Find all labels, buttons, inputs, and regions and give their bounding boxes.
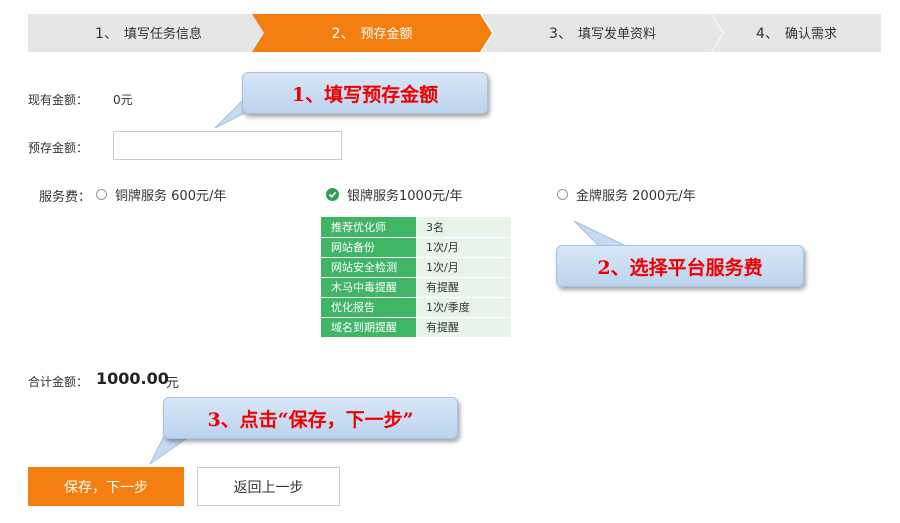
callout-2: 2、选择平台服务费 <box>556 245 804 287</box>
current-amount-label: 现有金额： <box>28 93 89 107</box>
radio-icon[interactable] <box>96 189 107 200</box>
step-4-label: 确认需求 <box>784 27 837 42</box>
detail-key: 网站备份 <box>321 237 416 258</box>
detail-key: 木马中毒提醒 <box>321 277 416 298</box>
step-3-number: 3、 <box>549 26 572 42</box>
step-1-label: 填写任务信息 <box>123 27 202 42</box>
callout-2-text: 2、选择平台服务费 <box>597 256 763 279</box>
detail-value: 1次/月 <box>416 257 511 278</box>
table-row: 推荐优化师 3名 <box>321 217 511 238</box>
step-3: 3、 填写发单资料 <box>482 14 723 52</box>
detail-key: 网站安全检测 <box>321 257 416 278</box>
detail-value: 3名 <box>416 217 511 238</box>
step-1: 1、 填写任务信息 <box>28 14 269 52</box>
step-4-number: 4、 <box>756 26 779 42</box>
callout-1-text: 1、填写预存金额 <box>291 83 439 106</box>
step-2-number: 2、 <box>331 26 355 42</box>
callout-3: 3、点击“保存，下一步” <box>163 397 458 439</box>
check-circle-icon[interactable] <box>326 188 339 201</box>
detail-key: 优化报告 <box>321 297 416 318</box>
step-4: 4、 确认需求 <box>712 14 881 52</box>
back-button[interactable]: 返回上一步 <box>197 467 340 506</box>
detail-key: 域名到期提醒 <box>321 317 416 338</box>
callout-1: 1、填写预存金额 <box>242 72 488 114</box>
service-gold-name: 金牌服务 <box>576 189 629 204</box>
service-fee-label: 服务费： <box>39 190 92 205</box>
table-row: 网站安全检测 1次/月 <box>321 257 511 278</box>
total-amount-value: 1000.00 <box>96 369 169 388</box>
deposit-amount-input[interactable] <box>113 131 342 160</box>
detail-value: 1次/季度 <box>416 297 511 318</box>
detail-value: 1次/月 <box>416 237 511 258</box>
deposit-label: 预存金额： <box>28 141 89 155</box>
save-next-button[interactable]: 保存，下一步 <box>28 467 184 506</box>
service-option-bronze[interactable]: 铜牌服务 600元/年 <box>96 185 226 204</box>
service-silver-price: 1000元/年 <box>399 189 463 204</box>
service-details-table: 推荐优化师 3名 网站备份 1次/月 网站安全检测 1次/月 木马中毒提醒 有提醒 优化… <box>321 217 511 338</box>
total-amount-label: 合计金额： <box>28 375 89 389</box>
table-row: 优化报告 1次/季度 <box>321 297 511 318</box>
detail-value: 有提醒 <box>416 277 511 298</box>
service-gold-price: 2000元/年 <box>632 189 696 204</box>
table-row: 网站备份 1次/月 <box>321 237 511 258</box>
step-2-label: 预存金额 <box>360 27 413 42</box>
callout-3-text: 3、点击“保存，下一步” <box>207 408 414 431</box>
radio-icon[interactable] <box>557 189 568 200</box>
service-bronze-name: 铜牌服务 <box>115 189 168 204</box>
total-amount-unit: 元 <box>166 376 180 391</box>
service-option-gold[interactable]: 金牌服务 2000元/年 <box>557 185 696 204</box>
current-amount-value: 0元 <box>113 93 133 107</box>
detail-key: 推荐优化师 <box>321 217 416 238</box>
step-2: 2、 预存金额 <box>252 14 492 52</box>
step-indicator: 1、 填写任务信息 2、 预存金额 3、 填写发单资料 4、 确认需求 <box>28 14 881 52</box>
detail-value: 有提醒 <box>416 317 511 338</box>
service-bronze-price: 600元/年 <box>171 189 227 204</box>
step-1-number: 1、 <box>95 26 118 42</box>
service-silver-name: 银牌服务 <box>347 189 400 204</box>
step-3-label: 填写发单资料 <box>577 27 656 42</box>
table-row: 木马中毒提醒 有提醒 <box>321 277 511 298</box>
service-option-silver[interactable]: 银牌服务 1000元/年 <box>326 185 462 204</box>
table-row: 域名到期提醒 有提醒 <box>321 317 511 338</box>
